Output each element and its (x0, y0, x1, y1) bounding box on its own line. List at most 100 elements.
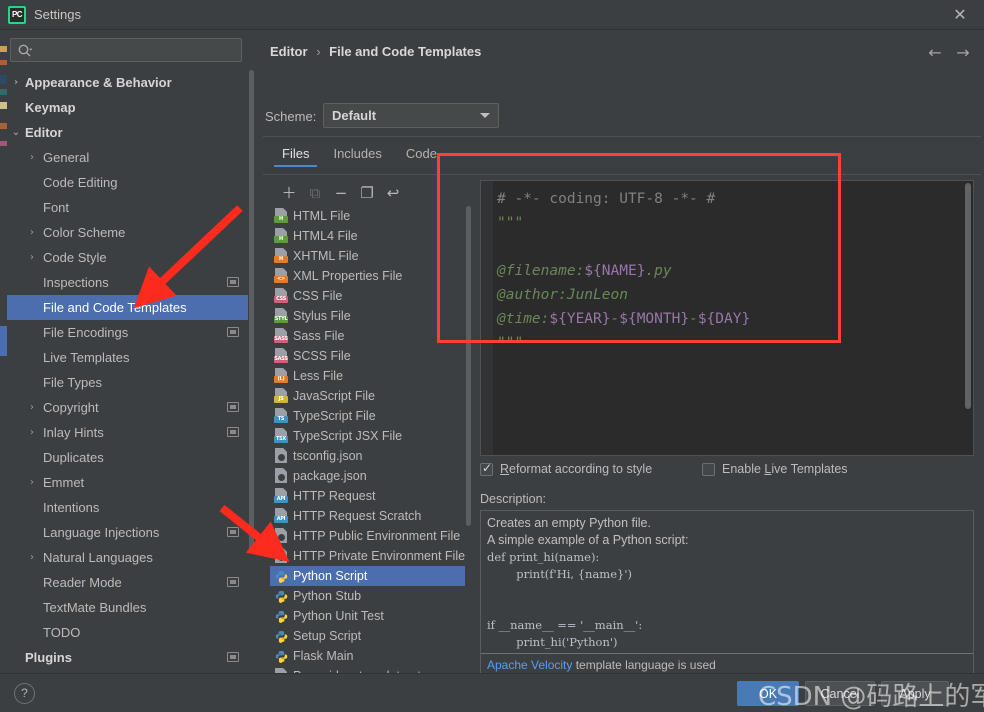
list-item[interactable]: API HTTP Request Scratch (270, 506, 472, 526)
list-item[interactable]: TSX TypeScript JSX File (270, 426, 472, 446)
sidebar-item-appearance-behavior[interactable]: › Appearance & Behavior (7, 70, 255, 95)
file-type-icon (274, 648, 288, 663)
nav-back-icon[interactable]: ← (924, 43, 946, 63)
editor-scrollbar-thumb[interactable] (965, 183, 971, 409)
ok-button[interactable]: OK (737, 681, 799, 706)
sidebar-item-live-templates[interactable]: Live Templates (7, 345, 255, 370)
sidebar-item-reader-mode[interactable]: Reader Mode (7, 570, 255, 595)
scheme-label: Scheme: (265, 109, 317, 124)
list-item[interactable]: SASS Sass File (270, 326, 472, 346)
apply-button[interactable]: Apply (881, 681, 949, 706)
sidebar-item-code-style[interactable]: › Code Style (7, 245, 255, 270)
file-type-icon: H (274, 208, 288, 223)
sidebar-item-emmet[interactable]: › Emmet (7, 470, 255, 495)
list-item[interactable]: <> XML Properties File (270, 266, 472, 286)
template-file-list[interactable]: H HTML File H HTML4 File H XHTML File <> XML Pr… (270, 206, 472, 688)
settings-search-box[interactable] (10, 38, 242, 62)
chevron-right-icon[interactable]: › (25, 470, 39, 495)
list-item[interactable]: CSS CSS File (270, 286, 472, 306)
list-item-label: HTTP Request Scratch (293, 509, 422, 523)
chevron-right-icon[interactable]: › (25, 420, 39, 445)
nav-forward-icon[interactable]: → (952, 43, 974, 63)
list-item-label: Sass File (293, 329, 345, 343)
sidebar-item-code-editing[interactable]: Code Editing (7, 170, 255, 195)
sidebar-item-inlay-hints[interactable]: › Inlay Hints (7, 420, 255, 445)
list-item[interactable]: STYL Stylus File (270, 306, 472, 326)
file-list-scrollbar[interactable] (465, 206, 472, 688)
close-icon[interactable]: ✕ (950, 6, 970, 24)
list-item[interactable]: HTTP Private Environment File (270, 546, 472, 566)
editor-code-area[interactable]: # -*- coding: UTF-8 -*- # """ @filename:$… (497, 187, 951, 355)
tab-code[interactable]: Code (394, 144, 449, 167)
list-item[interactable]: JS JavaScript File (270, 386, 472, 406)
sidebar-item-intentions[interactable]: Intentions (7, 495, 255, 520)
list-item-label: JavaScript File (293, 389, 375, 403)
chevron-right-icon[interactable]: › (25, 220, 39, 245)
sidebar-scrollbar[interactable] (248, 70, 255, 666)
breadcrumb-parent[interactable]: Editor (270, 44, 308, 59)
sidebar-item-textmate-bundles[interactable]: TextMate Bundles (7, 595, 255, 620)
sidebar-item-label: Emmet (43, 475, 85, 490)
sidebar-item-natural-languages[interactable]: › Natural Languages (7, 545, 255, 570)
code-token: @author:JunLeon (497, 287, 628, 303)
sidebar-item-file-types[interactable]: File Types (7, 370, 255, 395)
sidebar-item-color-scheme[interactable]: › Color Scheme (7, 220, 255, 245)
sidebar-scrollbar-thumb[interactable] (249, 70, 254, 550)
chevron-right-icon[interactable]: › (25, 545, 39, 570)
sidebar-item-file-encodings[interactable]: File Encodings (7, 320, 255, 345)
help-icon[interactable]: ? (14, 683, 35, 704)
list-item[interactable]: tsconfig.json (270, 446, 472, 466)
list-item[interactable]: Python Script (270, 566, 472, 586)
list-item[interactable]: HTTP Public Environment File (270, 526, 472, 546)
list-item[interactable]: Setup Script (270, 626, 472, 646)
chevron-right-icon[interactable]: › (9, 70, 23, 95)
sidebar-item-font[interactable]: Font (7, 195, 255, 220)
sidebar-item-todo[interactable]: TODO (7, 620, 255, 645)
sidebar-item-editor[interactable]: ⌄ Editor (7, 120, 255, 145)
editor-scrollbar[interactable] (963, 181, 973, 455)
cancel-button[interactable]: Cancel (805, 681, 875, 706)
list-item[interactable]: API HTTP Request (270, 486, 472, 506)
file-type-icon: JS (274, 388, 288, 403)
tab-includes[interactable]: Includes (321, 144, 393, 167)
reset-to-default-button[interactable]: ↩ (382, 183, 404, 203)
copy-template-button[interactable]: ❐ (356, 183, 378, 203)
file-list-scrollbar-thumb[interactable] (466, 206, 471, 526)
remove-template-button[interactable]: − (330, 183, 352, 203)
list-item[interactable]: package.json (270, 466, 472, 486)
tab-files[interactable]: Files (270, 144, 321, 167)
sidebar-item-inspections[interactable]: Inspections (7, 270, 255, 295)
list-item[interactable]: Python Unit Test (270, 606, 472, 626)
chevron-right-icon[interactable]: › (25, 395, 39, 420)
list-item[interactable]: Python Stub (270, 586, 472, 606)
list-item[interactable]: H XHTML File (270, 246, 472, 266)
list-item-label: package.json (293, 469, 367, 483)
breadcrumb-separator-icon: › (316, 44, 321, 59)
apache-velocity-link[interactable]: Apache Velocity (487, 658, 572, 672)
template-editor[interactable]: # -*- coding: UTF-8 -*- # """ @filename:$… (480, 180, 974, 456)
chevron-down-icon[interactable]: ⌄ (9, 120, 23, 145)
search-input[interactable] (37, 40, 237, 60)
list-item[interactable]: H HTML File (270, 206, 472, 226)
list-item[interactable]: SASS SCSS File (270, 346, 472, 366)
add-template-button[interactable]: ＋ (278, 183, 300, 203)
sidebar-item-label: File Encodings (43, 325, 129, 340)
chevron-right-icon[interactable]: › (25, 145, 39, 170)
sidebar-item-general[interactable]: › General (7, 145, 255, 170)
sidebar-item-file-and-code-templates[interactable]: File and Code Templates (7, 295, 255, 320)
chevron-right-icon[interactable]: › (25, 245, 39, 270)
sidebar-item-plugins[interactable]: Plugins (7, 645, 255, 666)
sidebar-item-keymap[interactable]: Keymap (7, 95, 255, 120)
sidebar-item-copyright[interactable]: › Copyright (7, 395, 255, 420)
list-item[interactable]: Flask Main (270, 646, 472, 666)
code-line: @time:${YEAR}-${MONTH}-${DAY} (497, 307, 951, 331)
sidebar-item-language-injections[interactable]: Language Injections (7, 520, 255, 545)
list-item[interactable]: H HTML4 File (270, 226, 472, 246)
sidebar-item-duplicates[interactable]: Duplicates (7, 445, 255, 470)
template-variable: ${YEAR} (549, 311, 611, 327)
code-line: """ (497, 211, 951, 235)
sidebar-item-label: Font (43, 200, 70, 215)
list-item[interactable]: (L) Less File (270, 366, 472, 386)
list-item[interactable]: TS TypeScript File (270, 406, 472, 426)
scheme-dropdown[interactable]: Default (323, 103, 499, 128)
